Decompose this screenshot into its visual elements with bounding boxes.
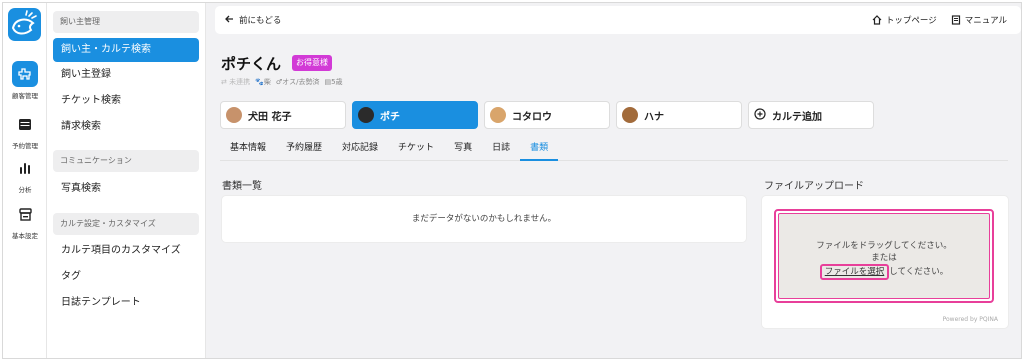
avatar [490, 107, 506, 123]
documents-heading: 書類一覧 [222, 181, 262, 192]
tab-photos[interactable]: 写真 [444, 139, 482, 161]
powered-by: Powered by PQINA [942, 316, 998, 323]
dog-icon [12, 61, 38, 87]
book-icon [951, 15, 961, 25]
chip-kotarou[interactable]: コタロウ [484, 101, 610, 129]
icon-rail: 顧客管理 予約管理 分析 基本設定 [3, 3, 47, 358]
chip-label: ポチ [380, 111, 400, 123]
drop-line-3-suffix: してください。 [889, 267, 949, 277]
arrow-left-icon [225, 15, 234, 26]
breed: 🐾柴 [255, 78, 271, 86]
calendar-icon [12, 111, 38, 137]
tab-reservation-history[interactable]: 予約履歴 [276, 139, 332, 161]
tab-diary[interactable]: 日誌 [482, 139, 520, 161]
sidebar: 飼い主管理 飼い主・カルテ検索 飼い主登録 チケット検索 請求検索 コミュニケー… [47, 3, 206, 358]
rail-customers-label: 顧客管理 [12, 92, 38, 100]
rail-analytics[interactable]: 分析 [3, 155, 47, 194]
app-logo[interactable] [8, 8, 41, 41]
top-bar: 前にもどる トップページ マニュアル [215, 6, 1021, 34]
avatar [358, 107, 374, 123]
link-status: ⇄ 未連携 [221, 78, 251, 86]
store-icon [12, 201, 38, 227]
rail-settings[interactable]: 基本設定 [3, 201, 47, 240]
rail-reservations[interactable]: 予約管理 [3, 111, 47, 150]
rail-analytics-label: 分析 [18, 186, 32, 194]
file-select-link[interactable]: ファイルを選択 [819, 264, 890, 280]
sidebar-item-ticket-search[interactable]: チケット検索 [53, 89, 199, 113]
drop-line-2: または [871, 253, 897, 263]
chip-hana[interactable]: ハナ [616, 101, 742, 129]
chip-label: 犬田 花子 [248, 111, 292, 123]
sidebar-section-owners: 飼い主管理 [53, 11, 199, 33]
top-page-label: トップページ [885, 16, 937, 26]
sidebar-section-customize: カルテ設定・カスタマイズ [53, 213, 199, 235]
age: ▤5歳 [324, 78, 343, 86]
avatar [226, 107, 242, 123]
manual-label: マニュアル [964, 16, 1007, 26]
sidebar-item-chart-fields[interactable]: カルテ項目のカスタマイズ [53, 239, 199, 263]
sidebar-item-photo-search[interactable]: 写真検索 [53, 177, 199, 201]
sidebar-item-diary-template[interactable]: 日誌テンプレート [53, 291, 199, 315]
chip-owner[interactable]: 犬田 花子 [220, 101, 346, 129]
pet-meta: ⇄ 未連携 🐾柴 ♂オス/去勢済 ▤5歳 [221, 77, 343, 87]
drop-line-3: ファイルを選択 してください。 [779, 264, 989, 280]
avatar [622, 107, 638, 123]
home-icon [872, 15, 882, 25]
sidebar-item-invoice-search[interactable]: 請求検索 [53, 115, 199, 139]
upload-heading: ファイルアップロード [764, 181, 864, 192]
top-page-link[interactable]: トップページ [872, 14, 937, 26]
chip-pochi[interactable]: ポチ [352, 101, 478, 129]
karte-chips: 犬田 花子 ポチ コタロウ ハナ カルテ追加 [220, 101, 874, 129]
rail-settings-label: 基本設定 [12, 232, 38, 240]
documents-list: まだデータがないのかもしれません。 [221, 195, 747, 243]
file-dropzone[interactable]: ファイルをドラッグしてください。 または ファイルを選択 してください。 [778, 213, 990, 299]
empty-message: まだデータがないのかもしれません。 [411, 214, 557, 224]
sidebar-item-owner-search[interactable]: 飼い主・カルテ検索 [53, 38, 199, 62]
sex: ♂オス/去勢済 [275, 78, 320, 86]
drop-line-1: ファイルをドラッグしてください。 [816, 241, 952, 251]
chip-label: カルテ追加 [772, 111, 822, 123]
bar-chart-icon [12, 155, 38, 181]
tab-bar: 基本情報 予約履歴 対応記録 チケット 写真 日誌 書類 [220, 139, 1008, 161]
tab-records[interactable]: 対応記録 [332, 139, 388, 161]
add-karte-button[interactable]: カルテ追加 [748, 101, 874, 129]
rail-reservations-label: 予約管理 [12, 142, 38, 150]
chip-label: コタロウ [512, 111, 552, 123]
tab-tickets[interactable]: チケット [388, 139, 444, 161]
chip-label: ハナ [644, 111, 664, 123]
back-label: 前にもどる [239, 16, 282, 26]
dropzone-highlight: ファイルをドラッグしてください。 または ファイルを選択 してください。 [774, 209, 994, 303]
plus-circle-icon [754, 107, 766, 123]
tab-documents[interactable]: 書類 [520, 139, 559, 161]
page-title: ポチくん [221, 55, 282, 73]
tab-basic-info[interactable]: 基本情報 [220, 139, 276, 161]
upload-card: ファイルをドラッグしてください。 または ファイルを選択 してください。 Powe… [761, 195, 1009, 329]
rail-customers[interactable]: 顧客管理 [3, 61, 47, 100]
back-link[interactable]: 前にもどる [225, 14, 281, 26]
main-content: ポチくん お得意様 ⇄ 未連携 🐾柴 ♂オス/去勢済 ▤5歳 犬田 花子 ポチ … [206, 39, 1021, 358]
sidebar-item-tags[interactable]: タグ [53, 265, 199, 289]
status-badge: お得意様 [292, 55, 332, 71]
app-window: 顧客管理 予約管理 分析 基本設定 飼い主管理 飼い主・カルテ検索 飼い主登録 … [2, 2, 1022, 359]
sidebar-section-communication: コミュニケーション [53, 150, 199, 172]
manual-link[interactable]: マニュアル [951, 14, 1007, 26]
sidebar-item-owner-register[interactable]: 飼い主登録 [53, 63, 199, 87]
